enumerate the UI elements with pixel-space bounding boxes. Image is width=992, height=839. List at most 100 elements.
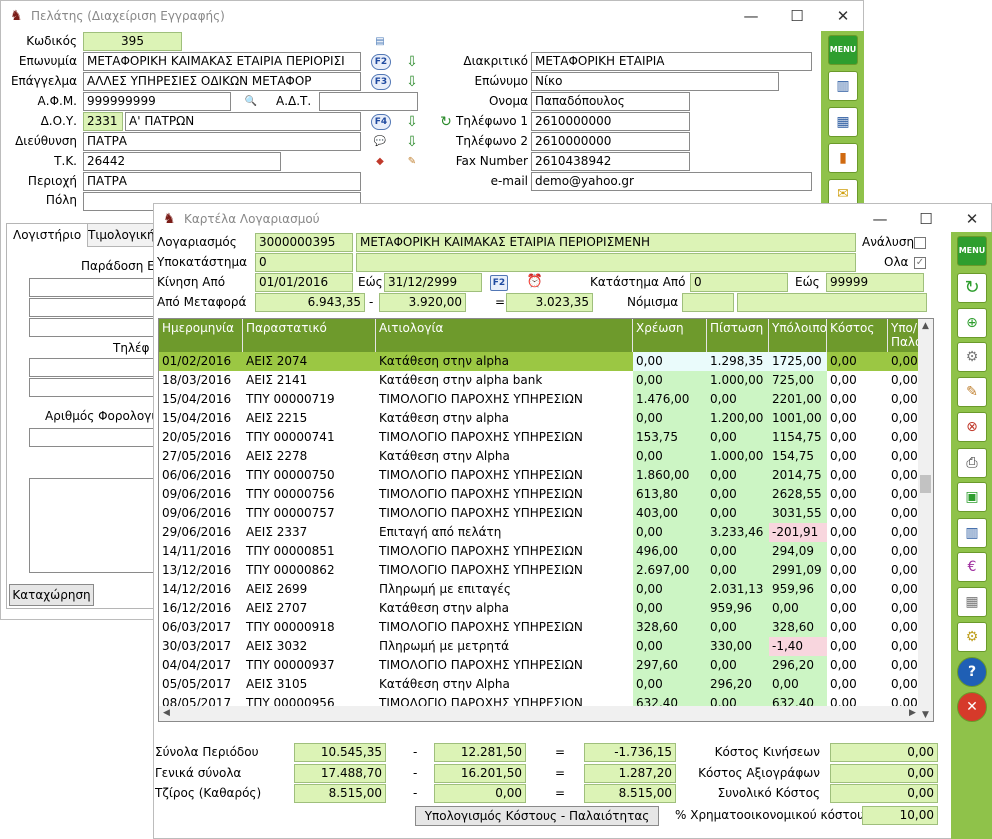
date-from-field[interactable]: 01/01/2016	[255, 273, 353, 292]
column-header[interactable]: Πίστωση	[707, 319, 769, 352]
doy-code-field[interactable]: 2331	[83, 112, 123, 131]
close-button[interactable]: ✕	[823, 4, 863, 28]
arithmos-field[interactable]	[29, 428, 159, 447]
table-row[interactable]: 15/04/2016 ΤΠΥ 00000719 ΤΙΜΟΛΟΓΙΟ ΠΑΡΟΧΗΣ …	[159, 390, 919, 409]
tel2-field[interactable]: 2610000000	[531, 132, 690, 151]
table-row[interactable]: 14/12/2016 ΑΕΙΣ 2699 Πληρωμή με επιταγές 0,…	[159, 580, 919, 599]
table-row[interactable]: 29/06/2016 ΑΕΙΣ 2337 Επιταγή από πελάτη 0,0…	[159, 523, 919, 542]
euro-icon[interactable]: €	[957, 552, 987, 582]
table-row[interactable]: 14/11/2016 ΤΠΥ 00000851 ΤΙΜΟΛΟΓΙΟ ΠΑΡΟΧΗΣ …	[159, 542, 919, 561]
chart-icon[interactable]: ▥	[828, 71, 858, 101]
maximize-button[interactable]: ☐	[777, 4, 817, 28]
column-header[interactable]: Υπο/ Παλα	[888, 319, 920, 352]
nomisma-field[interactable]	[682, 293, 734, 312]
kodikos-field[interactable]: 395	[83, 32, 182, 51]
vertical-scrollbar[interactable]: ▲ ▼	[918, 319, 933, 721]
table-row[interactable]: 27/05/2016 ΑΕΙΣ 2278 Κατάθεση στην Alpha 0,…	[159, 447, 919, 466]
f2-icon[interactable]: F2	[371, 54, 391, 70]
save-button[interactable]: Καταχώρηση	[9, 584, 94, 606]
table-row[interactable]: 16/12/2016 ΑΕΙΣ 2707 Κατάθεση στην alpha 0,…	[159, 599, 919, 618]
date-to-field[interactable]: 31/12/2999	[384, 273, 482, 292]
eponymo-field[interactable]: Νίκο	[531, 72, 779, 91]
table-row[interactable]: 15/04/2016 ΑΕΙΣ 2215 Κατάθεση στην alpha 0,…	[159, 409, 919, 428]
fax-field[interactable]: 2610438942	[531, 152, 690, 171]
table-row[interactable]: 05/05/2017 ΑΕΙΣ 3105 Κατάθεση στην Alpha 0,…	[159, 675, 919, 694]
scroll-up-icon[interactable]: ▲	[918, 319, 933, 334]
exit-icon[interactable]: ✕	[957, 692, 987, 722]
table-row[interactable]: 18/03/2016 ΑΕΙΣ 2141 Κατάθεση στην alpha b…	[159, 371, 919, 390]
maximize-button[interactable]: ☐	[906, 207, 946, 231]
tab-logistirio[interactable]: Λογιστήριο	[6, 223, 89, 247]
refresh-icon[interactable]: ↻	[957, 273, 987, 303]
ypok-field[interactable]: 0	[255, 253, 353, 272]
edit-icon[interactable]: ✎	[403, 153, 421, 171]
column-header[interactable]: Παραστατικό	[243, 319, 376, 352]
calculator-icon[interactable]: ▦	[828, 107, 858, 137]
add-icon[interactable]: ⇩	[403, 113, 421, 131]
alarm-clock-icon[interactable]: ⏰	[526, 273, 544, 291]
add-icon[interactable]: ⇩	[403, 133, 421, 151]
comment-icon[interactable]: 💬	[371, 133, 389, 151]
tools-icon[interactable]: ⚙	[957, 622, 987, 652]
close-button[interactable]: ✕	[952, 207, 992, 231]
kat-to-field[interactable]: 99999	[826, 273, 924, 292]
column-header[interactable]: Αιτιολογία	[376, 319, 633, 352]
email-field[interactable]: demo@yahoo.gr	[531, 172, 812, 191]
calendar-f2-icon[interactable]: F2	[490, 275, 508, 291]
logar-code-field[interactable]: 3000000395	[255, 233, 353, 252]
menu-button[interactable]: MENU	[828, 35, 858, 65]
copy-icon[interactable]: ▤	[371, 33, 389, 51]
column-header[interactable]: Ημερομηνία	[159, 319, 243, 352]
tilef-field-2[interactable]	[29, 378, 159, 397]
table-row[interactable]: 09/06/2016 ΤΠΥ 00000756 ΤΙΜΟΛΟΓΙΟ ΠΑΡΟΧΗΣ …	[159, 485, 919, 504]
calc-cost-button[interactable]: Υπολογισμός Κόστους - Παλαιότητας	[415, 806, 659, 826]
settings-document-icon[interactable]: ⚙	[957, 342, 987, 372]
search-icon[interactable]: 🔍	[242, 93, 260, 111]
f4-icon[interactable]: F4	[371, 114, 391, 130]
window-add-icon[interactable]: ▣	[957, 482, 987, 512]
f3-icon[interactable]: F3	[371, 74, 391, 90]
column-header[interactable]: Υπόλοιπο	[769, 319, 827, 352]
diakritiko-field[interactable]: ΜΕΤΑΦΟΡΙΚΗ ΕΤΑΙΡΙΑ	[531, 52, 812, 71]
minimize-button[interactable]: —	[860, 207, 900, 231]
adt-field[interactable]	[319, 92, 418, 111]
paradosi-field-1[interactable]	[29, 278, 159, 297]
logar-name-field[interactable]: ΜΕΤΑΦΟΡΙΚΗ ΚΑΙΜΑΚΑΣ ΕΤΑΙΡΙΑ ΠΕΡΙΟΡΙΣΜΕΝΗ	[356, 233, 856, 252]
table-row[interactable]: 06/06/2016 ΤΠΥ 00000750 ΤΙΜΟΛΟΓΙΟ ΠΑΡΟΧΗΣ …	[159, 466, 919, 485]
paradosi-field-3[interactable]	[29, 318, 159, 337]
menu-button[interactable]: MENU	[957, 236, 987, 266]
kat-from-field[interactable]: 0	[690, 273, 788, 292]
help-icon[interactable]: ?	[957, 657, 987, 687]
nomisma-name-field[interactable]	[737, 293, 927, 312]
doy-field[interactable]: Α' ΠΑΤΡΩΝ	[125, 112, 361, 131]
calculator-icon[interactable]: ▦	[957, 587, 987, 617]
epaggelma-field[interactable]: ΑΛΛΕΣ ΥΠΗΡΕΣΙΕΣ ΟΔΙΚΩΝ ΜΕΤΑΦΟΡ	[83, 72, 361, 91]
column-header[interactable]: Κόστος	[827, 319, 888, 352]
perioxi-field[interactable]: ΠΑΤΡΑ	[83, 172, 361, 191]
xrimat-field[interactable]: 10,00	[862, 806, 938, 825]
eponymia-field[interactable]: ΜΕΤΑΦΟΡΙΚΗ ΚΑΙΜΑΚΑΣ ΕΤΑΙΡΙΑ ΠΕΡΙΟΡΙΣΙ	[83, 52, 361, 71]
onoma-field[interactable]: Παπαδόπουλος	[531, 92, 690, 111]
scroll-down-icon[interactable]: ▼	[918, 708, 933, 721]
table-row[interactable]: 13/12/2016 ΤΠΥ 00000862 ΤΙΜΟΛΟΓΙΟ ΠΑΡΟΧΗΣ …	[159, 561, 919, 580]
document-icon[interactable]: ▮	[828, 143, 858, 173]
table-row[interactable]: 04/04/2017 ΤΠΥ 00000937 ΤΙΜΟΛΟΓΙΟ ΠΑΡΟΧΗΣ …	[159, 656, 919, 675]
table-row[interactable]: 01/02/2016 ΑΕΙΣ 2074 Κατάθεση στην alpha 0,…	[159, 352, 920, 371]
tel1-field[interactable]: 2610000000	[531, 112, 690, 131]
minimize-button[interactable]: —	[731, 4, 771, 28]
add-icon[interactable]: ⇩	[403, 53, 421, 71]
ola-checkbox[interactable]: ✓	[914, 257, 926, 269]
scroll-thumb[interactable]	[920, 475, 931, 493]
notes-area[interactable]	[29, 478, 159, 573]
dieuthinsi-field[interactable]: ΠΑΤΡΑ	[83, 132, 361, 151]
paradosi-field-2[interactable]	[29, 298, 159, 317]
table-row[interactable]: 09/06/2016 ΤΠΥ 00000757 ΤΙΜΟΛΟΓΙΟ ΠΑΡΟΧΗΣ …	[159, 504, 919, 523]
delete-document-icon[interactable]: ⊗	[957, 412, 987, 442]
new-document-icon[interactable]: ⊕	[957, 308, 987, 338]
column-header[interactable]: Χρέωση	[633, 319, 707, 352]
table-row[interactable]: 30/03/2017 ΑΕΙΣ 3032 Πληρωμή με μετρητά 0,0…	[159, 637, 919, 656]
tk-field[interactable]: 26442	[83, 152, 281, 171]
afm-field[interactable]: 999999999	[83, 92, 231, 111]
table-row[interactable]: 20/05/2016 ΤΠΥ 00000741 ΤΙΜΟΛΟΓΙΟ ΠΑΡΟΧΗΣ …	[159, 428, 919, 447]
ypok-name-field[interactable]	[356, 253, 856, 272]
